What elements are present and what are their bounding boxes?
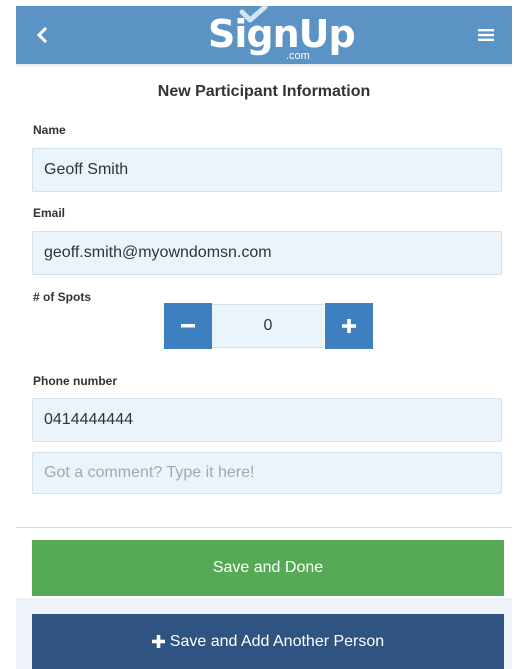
divider (16, 527, 512, 528)
phone-label: Phone number (33, 374, 118, 388)
logo-domain: .com (286, 50, 310, 62)
comment-placeholder: Got a comment? Type it here! (44, 464, 255, 481)
menu-button[interactable] (472, 21, 500, 49)
phone-input[interactable]: 0414444444 (32, 398, 502, 442)
page-title: New Participant Information (157, 83, 371, 100)
comment-input[interactable]: Got a comment? Type it here! (32, 452, 502, 494)
name-input[interactable]: Geoff Smith (32, 148, 502, 192)
email-value: geoff.smith@myowndomsn.com (44, 244, 272, 261)
email-input[interactable]: geoff.smith@myowndomsn.com (32, 231, 502, 275)
save-and-add-another-label: Save and Add Another Person (169, 632, 385, 650)
email-label: Email (33, 206, 66, 220)
save-and-done-label: Save and Done (212, 559, 324, 576)
save-and-add-another-button[interactable]: Save and Add Another Person (32, 614, 504, 669)
name-value: Geoff Smith (44, 161, 129, 178)
phone-value: 0414444444 (44, 411, 133, 428)
plus-icon (342, 319, 356, 333)
app-header: SignUp .com (16, 6, 512, 64)
signup-logo[interactable]: SignUp .com (204, 6, 356, 64)
spots-value[interactable]: 0 (212, 304, 324, 348)
name-label: Name (33, 123, 66, 137)
save-and-done-button[interactable]: Save and Done (32, 540, 504, 596)
spots-count: 0 (263, 317, 273, 334)
hamburger-menu-icon (478, 29, 494, 41)
increment-spots-button[interactable] (325, 303, 373, 349)
chevron-left-icon (36, 27, 48, 43)
plus-icon (151, 635, 165, 648)
minus-icon (181, 324, 195, 328)
decrement-spots-button[interactable] (164, 303, 212, 349)
logo-text: SignUp (208, 12, 356, 56)
back-button[interactable] (30, 21, 54, 49)
header-shadow (16, 64, 512, 68)
spots-label: # of Spots (33, 290, 92, 304)
